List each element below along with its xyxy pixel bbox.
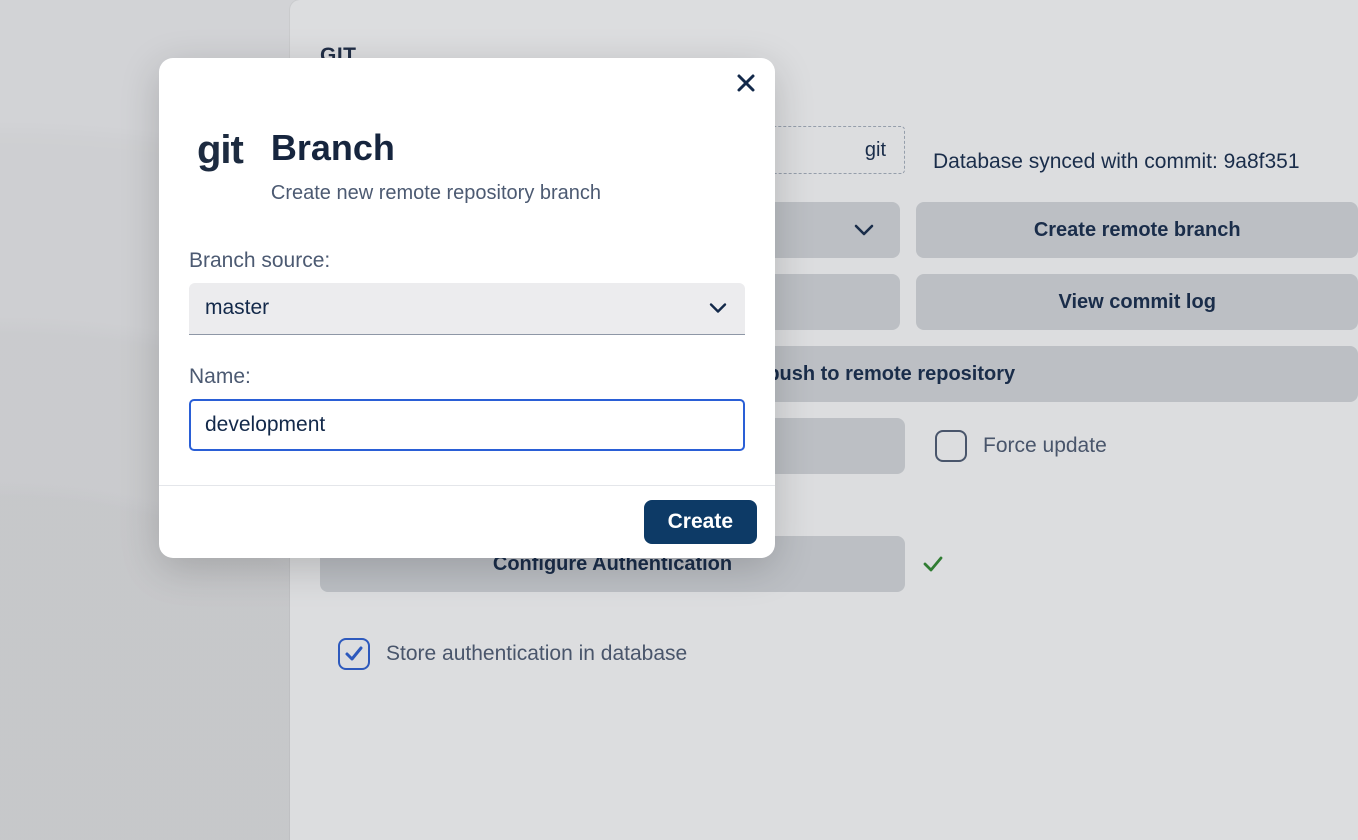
branch-source-value: master	[205, 296, 269, 320]
branch-name-label: Name:	[189, 365, 745, 389]
create-branch-modal: git Branch Create new remote repository …	[159, 58, 775, 558]
branch-source-select[interactable]: master	[189, 283, 745, 335]
close-icon[interactable]	[735, 72, 757, 94]
branch-source-label: Branch source:	[189, 249, 745, 273]
branch-name-input[interactable]	[189, 399, 745, 451]
chevron-down-icon	[709, 303, 727, 314]
git-logo-icon: git	[197, 128, 243, 170]
modal-subtitle: Create new remote repository branch	[271, 182, 601, 205]
modal-title: Branch	[271, 128, 601, 168]
create-button[interactable]: Create	[644, 500, 757, 544]
